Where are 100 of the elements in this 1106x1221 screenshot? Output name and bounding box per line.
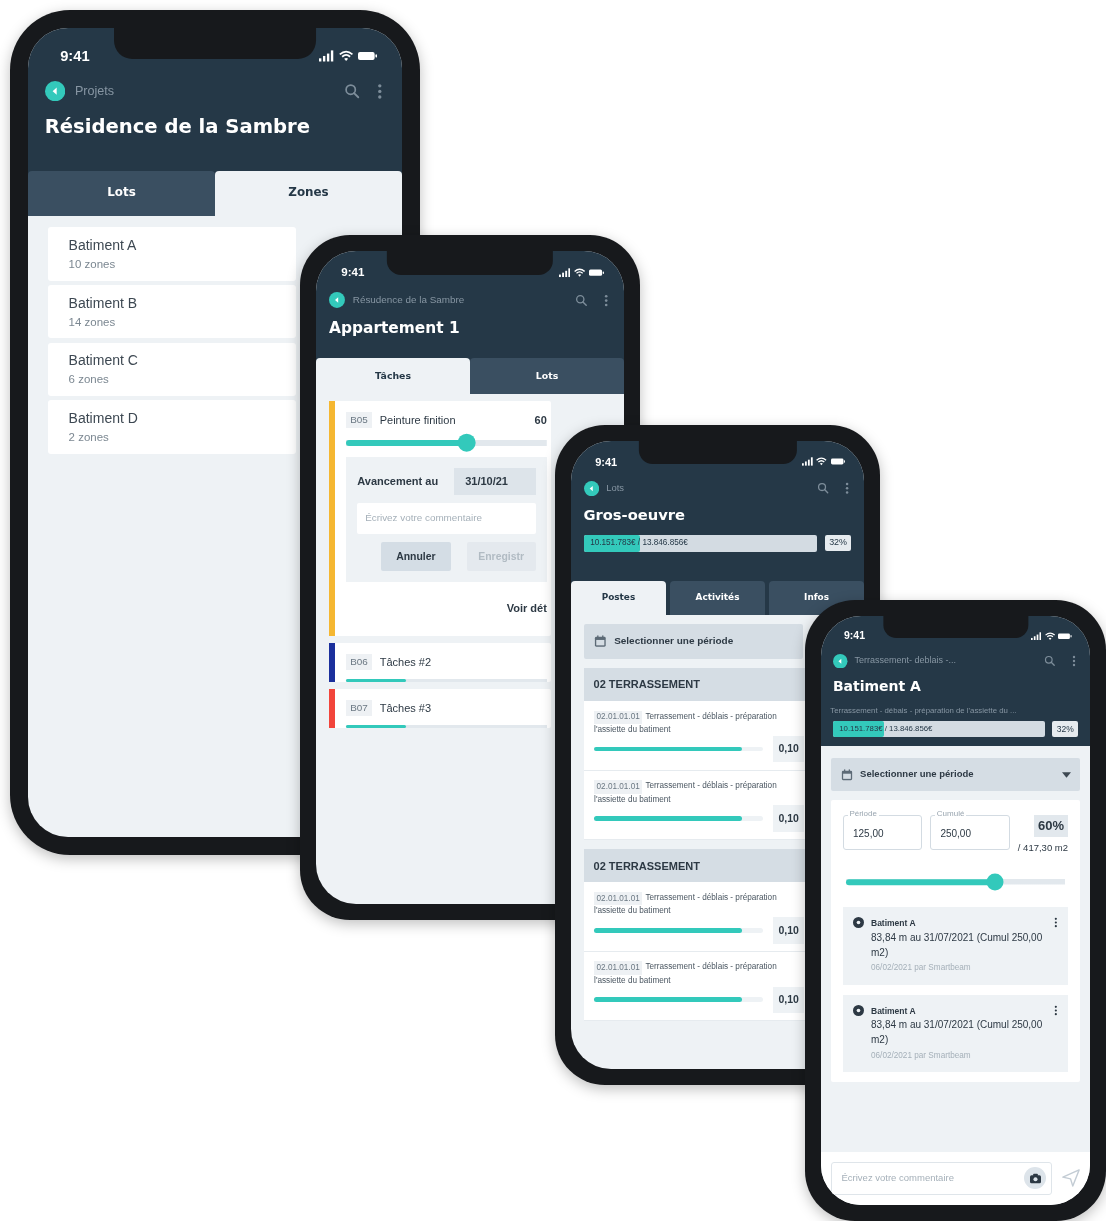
back-icon[interactable] <box>329 292 346 309</box>
item-code: 02.01.01.01 <box>594 961 643 975</box>
entry-title: Batiment A <box>871 917 917 930</box>
item-description: Terrassement - déblais - préparation <box>645 891 777 904</box>
page-title: Résidence de la Sambre <box>43 113 312 140</box>
zone-title: Batiment B <box>68 293 138 313</box>
back-icon[interactable] <box>583 480 599 496</box>
task-code: B06 <box>346 653 372 671</box>
status-time: 9:41 <box>60 46 90 66</box>
task-name: Tâches #2 <box>379 654 432 670</box>
calendar-icon <box>593 635 607 648</box>
item-description: Terrassement - déblais - préparation <box>645 780 777 793</box>
signal-icon <box>802 457 813 467</box>
details-link[interactable]: Voir dét <box>506 582 547 630</box>
entry-text: 83,84 m au 31/07/2021 (Cumul 250,00 m2) <box>871 930 1044 960</box>
calendar-icon <box>840 768 853 781</box>
zone-list-item[interactable]: Batiment A 10 zones <box>47 227 296 281</box>
slider-thumb[interactable] <box>986 873 1004 891</box>
zone-list-item[interactable]: Batiment B 14 zones <box>47 284 296 339</box>
breadcrumb-label[interactable]: Résudence de la Sambre <box>352 293 465 308</box>
action-button[interactable]: Annuler <box>381 541 451 572</box>
task-code: B07 <box>346 699 372 717</box>
item-description: l'assiette du batiment <box>594 905 672 918</box>
task-code: B05 <box>346 411 372 429</box>
total-quantity: / 417,30 m2 <box>1017 840 1068 855</box>
zone-list-item[interactable]: Batiment D 2 zones <box>47 400 296 454</box>
quantity-value: 0,10 <box>773 917 805 944</box>
status-time: 9:41 <box>341 265 365 281</box>
page-title: Gros-oeuvre <box>582 504 686 525</box>
task-name: Tâches #3 <box>379 700 432 716</box>
task-card[interactable]: B06 Tâches #2 <box>329 642 552 682</box>
percent-badge: 60% <box>1034 814 1068 837</box>
zone-title: Batiment C <box>68 351 138 371</box>
item-code: 02.01.01.01 <box>594 710 643 725</box>
breadcrumb-label[interactable]: Lots <box>606 481 624 496</box>
search-icon[interactable] <box>344 82 361 100</box>
item-code: 02.01.01.01 <box>594 891 643 906</box>
more-icon[interactable] <box>1054 917 1058 929</box>
percent-badge: 32% <box>1052 721 1078 737</box>
status-time: 9:41 <box>595 454 618 470</box>
progress-date-label: Avancement au <box>357 474 439 490</box>
item-description: l'assiette du batiment <box>594 724 672 736</box>
budget-amount: 10.151.783€ / 13.846.856€ <box>589 537 688 550</box>
battery-icon <box>830 457 846 467</box>
wifi-icon <box>816 457 828 467</box>
search-icon[interactable] <box>1044 655 1056 667</box>
zone-count: 6 zones <box>68 372 109 388</box>
bullet-icon <box>853 1004 864 1016</box>
period-selector[interactable]: Selectionner une période <box>831 757 1080 792</box>
page-title: Appartement 1 <box>328 317 461 339</box>
tab[interactable]: Activités <box>670 580 765 615</box>
wifi-icon <box>574 268 586 278</box>
caret-icon <box>1061 771 1071 778</box>
tab[interactable]: Tâches <box>316 358 470 394</box>
quantity-value: 0,10 <box>773 736 805 763</box>
signal-icon <box>1031 631 1042 641</box>
breadcrumb-label[interactable]: Terrassement- deblais -... <box>854 654 957 668</box>
battery-icon <box>1058 631 1072 641</box>
task-percent: 60 <box>534 412 547 428</box>
item-description: l'assiette du batiment <box>594 793 672 806</box>
entry-text: 83,84 m au 31/07/2021 (Cumul 250,00 m2) <box>871 1018 1044 1048</box>
search-icon[interactable] <box>816 481 830 495</box>
more-icon[interactable] <box>1054 1004 1058 1016</box>
status-time: 9:41 <box>844 628 865 643</box>
zone-count: 10 zones <box>68 256 116 272</box>
wifi-icon <box>1044 631 1055 641</box>
period-selector[interactable]: Selectionner une période <box>583 624 803 660</box>
back-icon[interactable] <box>44 80 66 102</box>
tab[interactable]: Postes <box>571 580 666 615</box>
camera-icon <box>1029 1172 1041 1184</box>
field-label: Cumulé <box>935 809 966 819</box>
back-icon[interactable] <box>833 653 848 669</box>
search-icon[interactable] <box>575 293 589 308</box>
task-card[interactable]: B07 Tâches #3 <box>329 688 552 728</box>
tab[interactable]: Lots <box>28 170 215 216</box>
entry-meta: 06/02/2021 par Smartbeam <box>871 1049 972 1062</box>
zone-count: 14 zones <box>68 314 116 330</box>
signal-icon <box>319 49 334 62</box>
percent-badge: 32% <box>824 535 852 552</box>
date-field[interactable]: 31/10/21 <box>454 468 536 496</box>
period-label: Selectionner une période <box>860 767 974 782</box>
zone-title: Batiment A <box>68 235 137 255</box>
comment-field[interactable]: Écrivez votre commentaire <box>357 503 536 535</box>
zone-list-item[interactable]: Batiment C 6 zones <box>47 342 296 397</box>
signal-icon <box>559 268 571 278</box>
tab[interactable]: Zones <box>215 170 402 216</box>
zone-count: 2 zones <box>68 430 109 446</box>
item-description: Terrassement - déblais - préparation <box>645 961 777 974</box>
entry-meta: 06/02/2021 par Smartbeam <box>871 962 972 975</box>
entry-title: Batiment A <box>871 1004 917 1018</box>
tab[interactable]: Lots <box>470 358 624 394</box>
item-description: l'assiette du batiment <box>594 974 672 987</box>
comment-field[interactable]: Écrivez votre commentaire <box>831 1161 1052 1195</box>
zone-title: Batiment D <box>68 409 138 429</box>
quantity-value: 0,10 <box>773 805 805 832</box>
slider-thumb[interactable] <box>457 433 476 453</box>
breadcrumb-label[interactable]: Projets <box>74 81 115 101</box>
quantity-value: 0,10 <box>773 986 805 1013</box>
item-description: Terrassement - déblais - préparation <box>645 710 777 723</box>
battery-icon <box>589 268 605 278</box>
